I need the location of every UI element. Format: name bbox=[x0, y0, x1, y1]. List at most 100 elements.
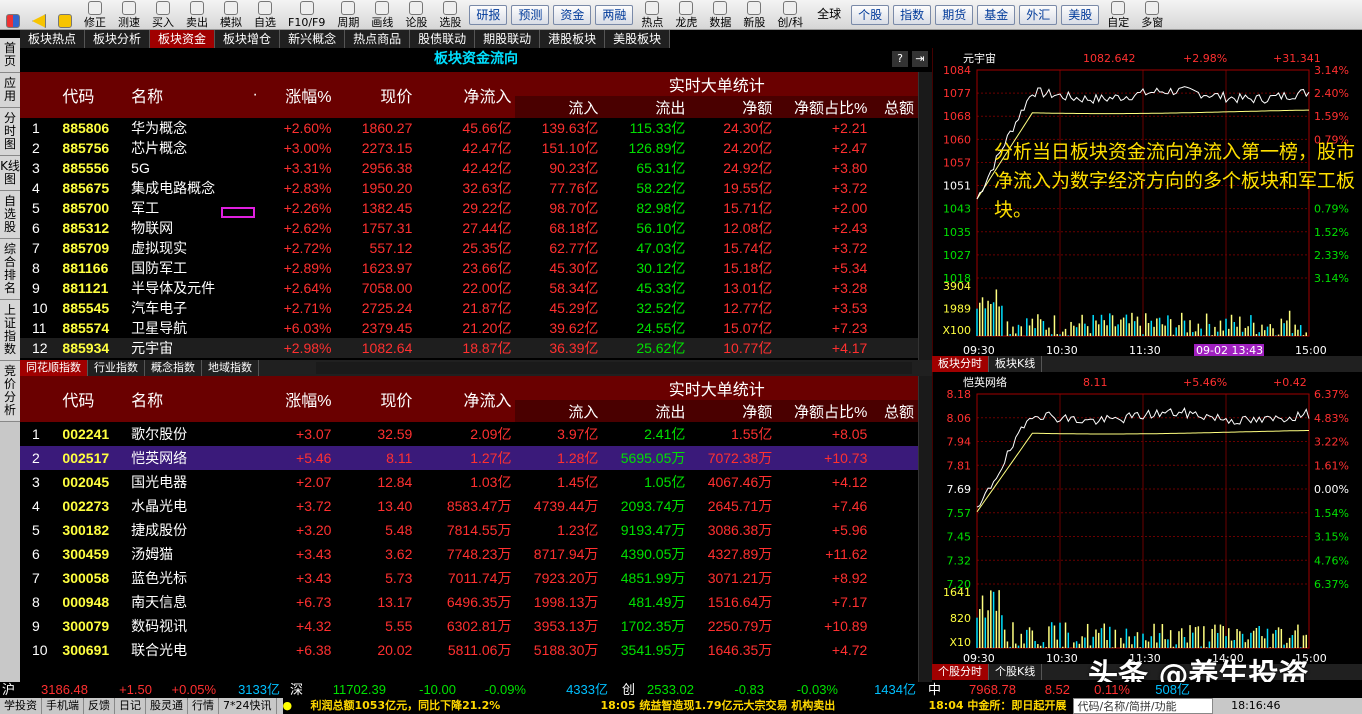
table-row[interactable]: 12 885934 元宇宙 +2.98% 1082.64 18.87亿 36.39亿 25.6… bbox=[20, 338, 918, 358]
stock-intraday-chart[interactable]: 恺英网络 8.11 +5.46% +0.42 8.18 6.37% 8.06 4.83% 7.9… bbox=[932, 372, 1362, 665]
upper-scrollbar[interactable] bbox=[918, 72, 932, 360]
toolbar-item[interactable]: 买入 bbox=[146, 0, 180, 29]
sector-tab[interactable]: 热点商品 bbox=[345, 30, 411, 48]
toolbar-item[interactable]: 测速 bbox=[112, 0, 146, 29]
table-row[interactable]: 5 300182 捷成股份 +3.20 5.48 7814.55万 1.23亿 9193.47… bbox=[20, 518, 918, 542]
table-row[interactable]: 6 885312 物联网 +2.62% 1757.31 27.44亿 68.18亿 56.10… bbox=[20, 218, 918, 238]
sidebar-item[interactable]: 应用 bbox=[0, 73, 20, 108]
sidebar-item[interactable]: 分时图 bbox=[0, 108, 20, 156]
status-item[interactable]: 手机端 bbox=[42, 698, 84, 714]
column-header[interactable]: 净额占比% bbox=[776, 400, 872, 422]
help-icon[interactable]: ? bbox=[892, 51, 908, 67]
toolbar-button[interactable]: 期货 bbox=[935, 5, 974, 25]
status-item[interactable]: 日记 bbox=[115, 698, 146, 714]
status-item[interactable]: 股灵通 bbox=[146, 698, 188, 714]
chart-tab[interactable]: 个股K线 bbox=[989, 664, 1043, 680]
sector-tab[interactable]: 美股板块 bbox=[605, 30, 671, 48]
toolbar-button[interactable]: 预测 bbox=[511, 5, 550, 25]
toolbar-button[interactable]: 外汇 bbox=[1019, 5, 1058, 25]
status-item[interactable]: 行情 bbox=[188, 698, 219, 714]
toolbar-button[interactable]: 个股 bbox=[851, 5, 890, 25]
toolbar-item[interactable]: 自定 bbox=[1101, 0, 1135, 29]
status-item[interactable]: 学投资 bbox=[0, 698, 42, 714]
column-header[interactable]: 名称 bbox=[127, 376, 249, 422]
toolbar-item[interactable]: 卖出 bbox=[180, 0, 214, 29]
horizontal-scrollbar[interactable] bbox=[316, 362, 912, 374]
news-item[interactable]: 18:05 统益智造现1.79亿元大宗交易 机构卖出 bbox=[594, 698, 923, 714]
index-tab[interactable]: 同花顺指数 bbox=[20, 360, 88, 376]
column-header[interactable]: 代码 bbox=[58, 376, 128, 422]
table-row[interactable]: 8 000948 南天信息 +6.73 13.17 6496.35万 1998.13万 481… bbox=[20, 590, 918, 614]
toolbar-item[interactable]: F10/F9 bbox=[282, 0, 331, 29]
column-header[interactable]: 总额 bbox=[871, 96, 918, 118]
toolbar-button[interactable]: 资金 bbox=[553, 5, 592, 25]
column-header[interactable]: 现价 bbox=[335, 72, 417, 118]
column-header[interactable]: 净额 bbox=[689, 96, 777, 118]
table-row[interactable]: 5 885700 军工 +2.26% 1382.45 29.22亿 98.70亿 82.98亿… bbox=[20, 198, 918, 218]
table-row[interactable]: 10 885545 汽车电子 +2.71% 2725.24 21.87亿 45.29亿 32.… bbox=[20, 298, 918, 318]
sector-tab[interactable]: 板块增仓 bbox=[215, 30, 281, 48]
table-row[interactable]: 9 300079 数码视讯 +4.32 5.55 6302.81万 3953.13万 1702… bbox=[20, 614, 918, 638]
column-header[interactable]: 净额 bbox=[689, 400, 777, 422]
status-item[interactable]: 反馈 bbox=[84, 698, 115, 714]
toolbar-item[interactable]: 创/科 bbox=[771, 0, 809, 29]
toolbar-item[interactable]: 画线 bbox=[365, 0, 399, 29]
news-item[interactable]: 18:04 中金所：即日起开展 bbox=[922, 698, 1073, 714]
table-row[interactable]: 6 300459 汤姆猫 +3.43 3.62 7748.23万 8717.94万 4390.… bbox=[20, 542, 918, 566]
sector-tab[interactable]: 期股联动 bbox=[475, 30, 541, 48]
grid-icon[interactable] bbox=[0, 0, 26, 29]
table-row[interactable]: 4 885675 集成电路概念 +2.83% 1950.20 32.63亿 77.76亿 58… bbox=[20, 178, 918, 198]
toolbar-item[interactable]: 热点 bbox=[635, 0, 669, 29]
sector-tab[interactable]: 股债联动 bbox=[410, 30, 476, 48]
table-row[interactable]: 10 300691 联合光电 +6.38 20.02 5811.06万 5188.30万 35… bbox=[20, 638, 918, 662]
column-header[interactable]: 净流入 bbox=[416, 72, 516, 118]
column-header[interactable]: 涨幅% bbox=[262, 376, 336, 422]
table-row[interactable]: 2 885756 芯片概念 +3.00% 2273.15 42.47亿 151.10亿 126… bbox=[20, 138, 918, 158]
toolbar-item[interactable]: 论股 bbox=[399, 0, 433, 29]
index-tab[interactable]: 行业指数 bbox=[88, 360, 145, 376]
column-header[interactable]: 净流入 bbox=[416, 376, 516, 422]
toolbar-item[interactable]: 龙虎 bbox=[669, 0, 703, 29]
table-row[interactable]: 11 885574 卫星导航 +6.03% 2379.45 21.20亿 39.62亿 24.… bbox=[20, 318, 918, 338]
table-row[interactable]: 7 300058 蓝色光标 +3.43 5.73 7011.74万 7923.20万 4851… bbox=[20, 566, 918, 590]
sector-tab[interactable]: 板块分析 bbox=[85, 30, 151, 48]
down-icon[interactable] bbox=[52, 0, 78, 29]
news-item[interactable]: 利润总额1053亿元，同比下降21.2% bbox=[304, 698, 595, 714]
column-header[interactable]: 流出 bbox=[602, 96, 690, 118]
toolbar-button[interactable]: 基金 bbox=[977, 5, 1016, 25]
sidebar-item[interactable]: K线图 bbox=[0, 156, 20, 191]
column-header[interactable]: 代码 bbox=[58, 72, 128, 118]
toolbar-button[interactable]: 两融 bbox=[595, 5, 634, 25]
toolbar-item[interactable]: 自选 bbox=[248, 0, 282, 29]
sector-tab[interactable]: 板块热点 bbox=[20, 30, 86, 48]
toolbar-button[interactable]: 全球 bbox=[811, 5, 847, 25]
table-row[interactable]: 1 885806 华为概念 +2.60% 1860.27 45.66亿 139.63亿 115… bbox=[20, 118, 918, 138]
chart-tab[interactable]: 板块K线 bbox=[989, 356, 1043, 372]
sidebar-item[interactable]: 竞价分析 bbox=[0, 361, 20, 422]
toolbar-item[interactable]: 修正 bbox=[78, 0, 112, 29]
index-tab[interactable]: 地域指数 bbox=[202, 360, 259, 376]
column-header[interactable]: 净额占比% bbox=[776, 96, 872, 118]
toolbar-item[interactable]: 数据 bbox=[703, 0, 737, 29]
sidebar-item[interactable]: 上证指数 bbox=[0, 300, 20, 361]
search-input[interactable]: 代码/名称/简拼/功能 bbox=[1072, 698, 1213, 714]
column-header[interactable]: 涨幅% bbox=[262, 72, 336, 118]
table-row[interactable]: 7 885709 虚拟现实 +2.72% 557.12 25.35亿 62.77亿 47.03… bbox=[20, 238, 918, 258]
column-header[interactable]: 总额 bbox=[871, 400, 918, 422]
pin-icon[interactable]: ⇥ bbox=[912, 51, 928, 67]
toolbar-item[interactable]: 选股 bbox=[433, 0, 467, 29]
column-header[interactable]: 流入 bbox=[515, 96, 603, 118]
status-item[interactable]: 7*24快讯 bbox=[219, 698, 277, 714]
column-header[interactable]: 流出 bbox=[602, 400, 690, 422]
back-icon[interactable] bbox=[26, 0, 52, 29]
chart-tab[interactable]: 个股分时 bbox=[932, 664, 989, 680]
toolbar-item[interactable]: 周期 bbox=[331, 0, 365, 29]
sector-tab[interactable]: 板块资金 bbox=[150, 30, 216, 48]
toolbar-button[interactable]: 指数 bbox=[893, 5, 932, 25]
lower-scrollbar[interactable] bbox=[918, 376, 932, 682]
table-row[interactable]: 9 881121 半导体及元件 +2.64% 7058.00 22.00亿 58.34亿 45… bbox=[20, 278, 918, 298]
toolbar-item[interactable]: 新股 bbox=[737, 0, 771, 29]
toolbar-item[interactable]: 多窗 bbox=[1135, 0, 1169, 29]
toolbar-button[interactable]: 研报 bbox=[469, 5, 508, 25]
column-header[interactable]: 流入 bbox=[515, 400, 603, 422]
